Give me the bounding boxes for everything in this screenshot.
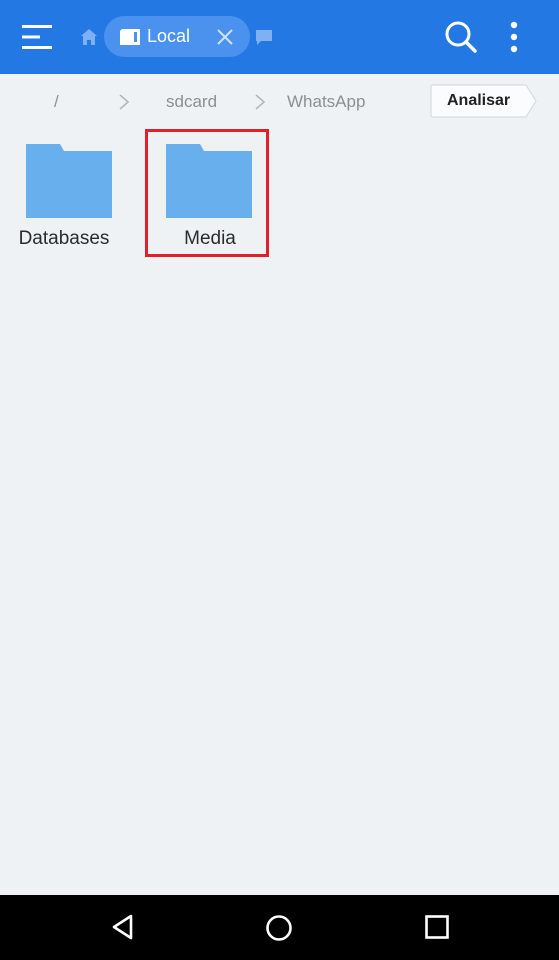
breadcrumb-whatsapp[interactable]: WhatsApp (287, 92, 365, 112)
analyze-label: Analisar (447, 92, 511, 109)
highlight-box (145, 129, 269, 257)
menu-button[interactable] (22, 24, 52, 50)
breadcrumb: / sdcard WhatsApp Analisar (0, 74, 559, 130)
window-icon[interactable] (254, 28, 274, 46)
chevron-right-icon (119, 94, 130, 110)
more-options-button[interactable] (500, 20, 528, 54)
tab-local[interactable]: Local (104, 16, 250, 57)
breadcrumb-root[interactable]: / (54, 92, 59, 112)
analyze-button[interactable]: Analisar (430, 84, 538, 118)
menu-icon (22, 25, 52, 49)
more-vertical-icon (510, 21, 518, 53)
recents-icon[interactable] (424, 914, 450, 940)
back-icon[interactable] (109, 913, 137, 941)
folder-databases[interactable]: Databases (12, 130, 128, 252)
sd-card-icon (120, 29, 140, 45)
system-nav-bar (0, 895, 559, 960)
home-icon[interactable] (80, 28, 98, 46)
search-icon (445, 21, 477, 53)
chevron-right-icon (255, 94, 266, 110)
app-bar: Local (0, 0, 559, 74)
breadcrumb-sdcard[interactable]: sdcard (166, 92, 217, 112)
close-icon[interactable] (216, 28, 234, 46)
tab-label: Local (147, 26, 191, 46)
folder-icon (26, 144, 112, 218)
folder-label: Databases (18, 228, 110, 249)
search-button[interactable] (444, 20, 478, 54)
home-circle-icon[interactable] (265, 914, 293, 942)
